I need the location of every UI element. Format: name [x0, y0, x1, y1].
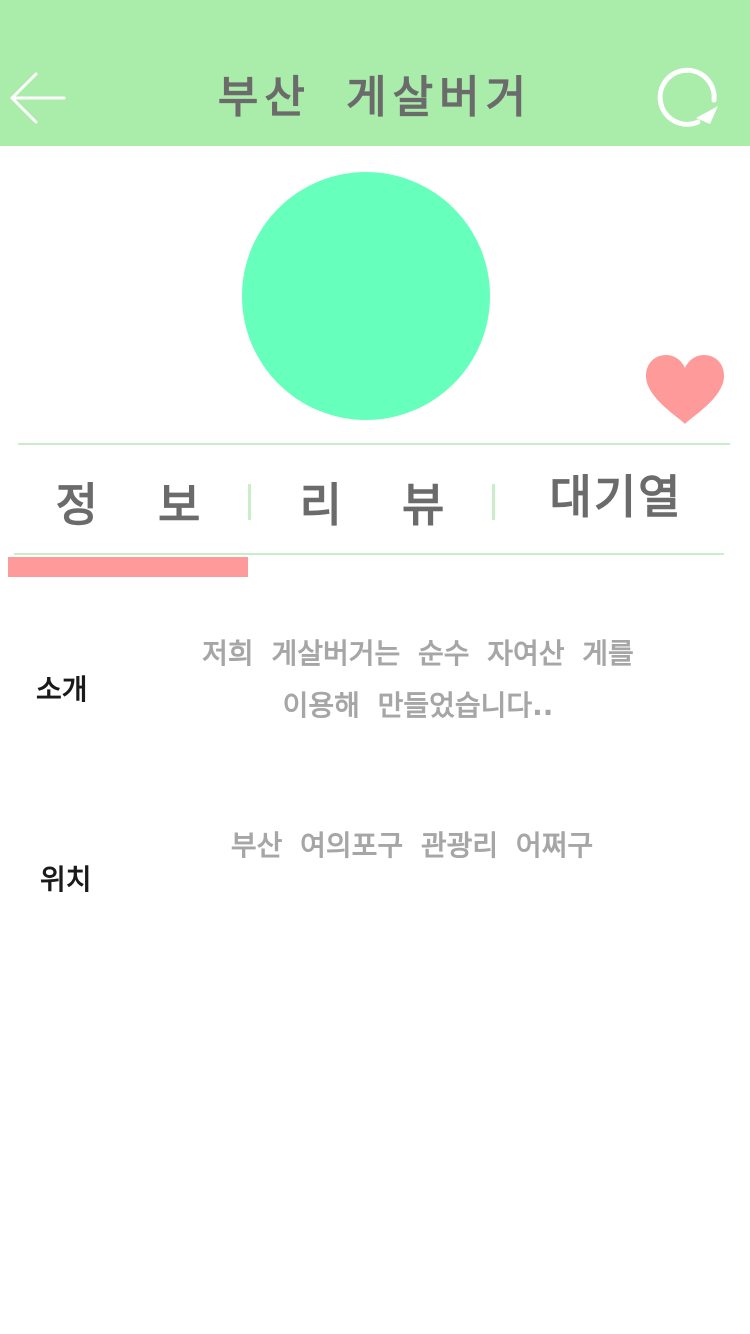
- app-header: 부산 게살버거: [0, 0, 750, 146]
- location-label: 위치: [40, 863, 92, 896]
- tab-review[interactable]: 리 뷰: [252, 470, 492, 540]
- tab-info[interactable]: 정 보: [8, 470, 248, 540]
- store-image: [242, 172, 490, 420]
- intro-text-line: 이용해 만들었습니다..: [282, 689, 554, 722]
- refresh-icon: [657, 67, 718, 127]
- divider: [18, 443, 730, 445]
- tab-separator: [492, 484, 495, 520]
- intro-label: 소개: [36, 673, 88, 706]
- tab-selected-indicator: [8, 557, 248, 577]
- page-title: 부산 게살버거: [217, 72, 533, 123]
- tab-separator: [248, 484, 251, 520]
- heart-icon: [646, 355, 724, 424]
- location-text: 부산 여의포구 관광리 어쩌구: [230, 829, 594, 862]
- tab-queue[interactable]: 대기열: [496, 462, 736, 532]
- divider: [14, 553, 724, 555]
- intro-text-line: 저희 게살버거는 순수 자여산 게를: [202, 637, 634, 670]
- refresh-button[interactable]: [652, 62, 724, 134]
- favorite-button[interactable]: [644, 352, 726, 426]
- intro-text: 저희 게살버거는 순수 자여산 게를 이용해 만들었습니다..: [190, 628, 646, 732]
